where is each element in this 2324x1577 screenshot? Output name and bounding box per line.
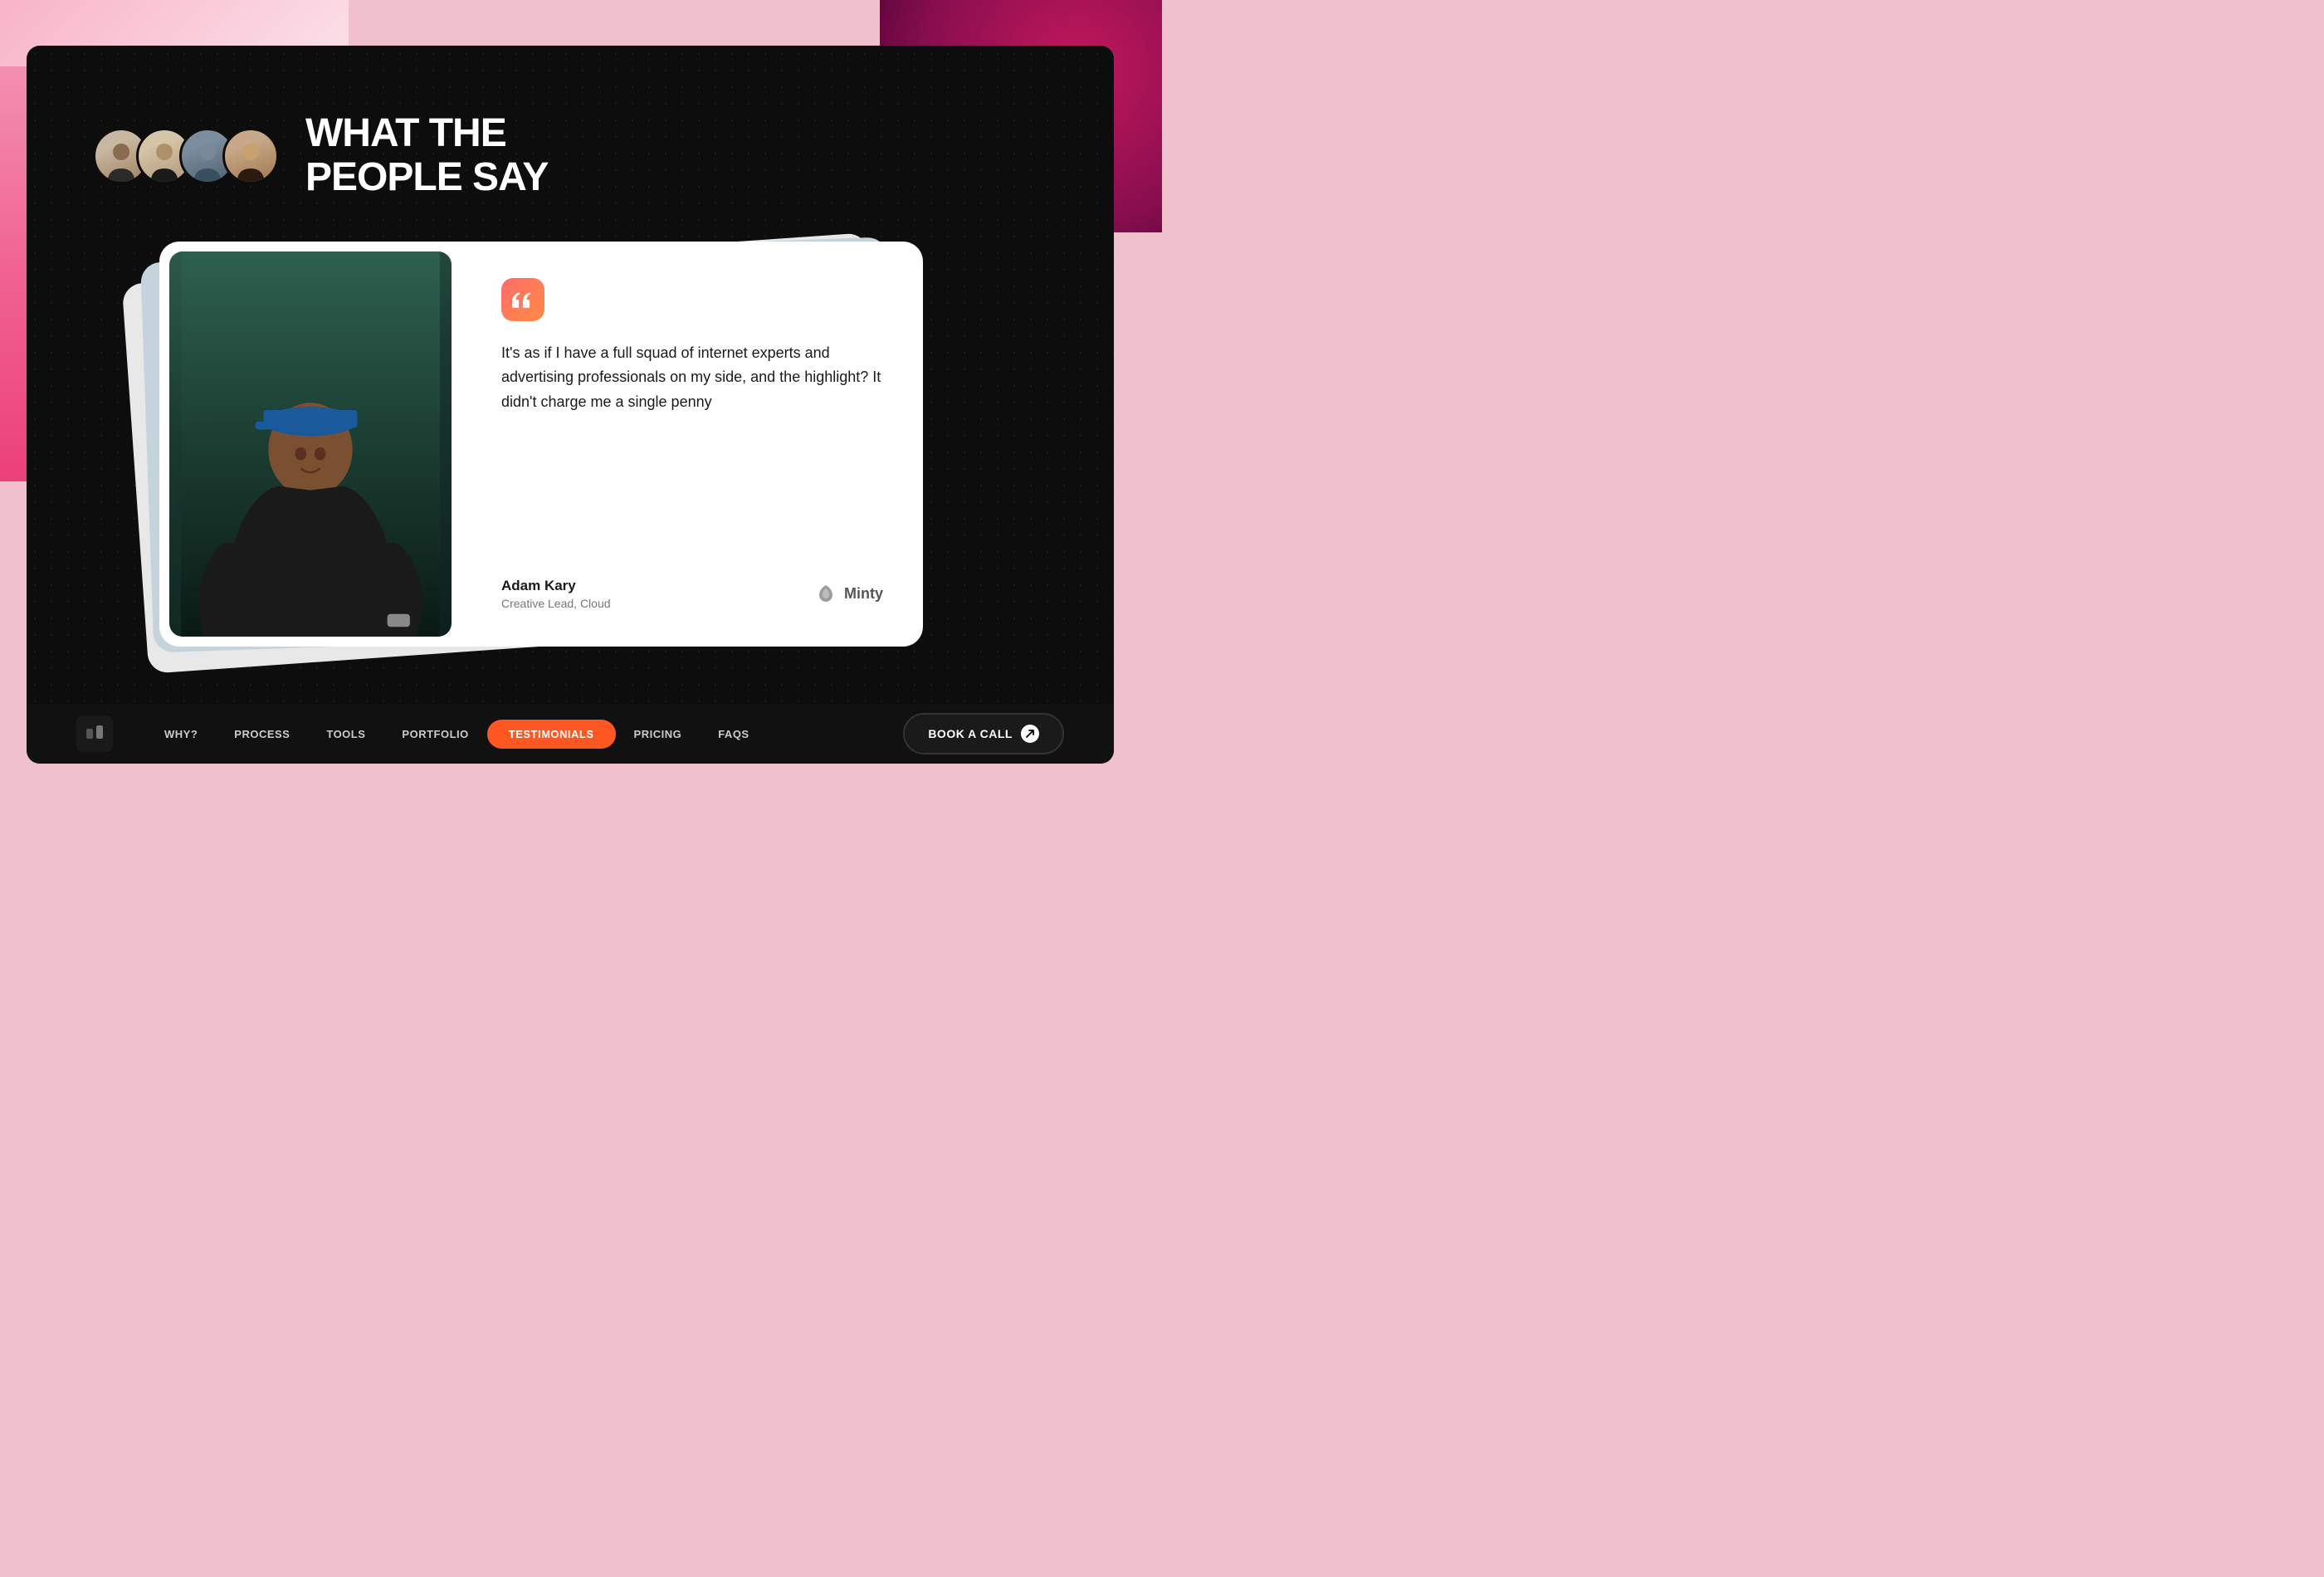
nav-item-testimonials[interactable]: TESTIMONIALS bbox=[487, 720, 616, 749]
section-title: WHAT THE PEOPLE SAY bbox=[305, 112, 548, 200]
testimonial-card-area: JUSTICE bbox=[93, 233, 1047, 681]
testimonial-content: It's as if I have a full squad of intern… bbox=[461, 242, 923, 647]
testimonial-card: JUSTICE bbox=[159, 242, 923, 647]
nav-logo[interactable] bbox=[76, 715, 113, 752]
person-info: Adam Kary Creative Lead, Cloud bbox=[501, 578, 611, 610]
bottom-nav: WHY? PROCESS TOOLS PORTFOLIO TESTIMONIAL… bbox=[27, 704, 1114, 764]
nav-item-process[interactable]: PROCESS bbox=[216, 720, 308, 749]
avatar-group bbox=[93, 128, 279, 184]
card-footer: Adam Kary Creative Lead, Cloud Minty bbox=[501, 578, 883, 610]
company-name: Minty bbox=[844, 585, 883, 603]
nav-item-pricing[interactable]: Pricing bbox=[616, 720, 701, 749]
person-role: Creative Lead, Cloud bbox=[501, 597, 611, 610]
nav-item-why[interactable]: WHY? bbox=[146, 720, 216, 749]
book-call-button[interactable]: BOOK A CALL bbox=[903, 713, 1064, 754]
nav-item-portfolio[interactable]: PORTFOLIO bbox=[383, 720, 486, 749]
book-call-label: BOOK A CALL bbox=[928, 727, 1013, 740]
section-header: WHAT THE PEOPLE SAY bbox=[93, 112, 1047, 200]
testimonial-photo: JUSTICE bbox=[169, 251, 452, 637]
avatar bbox=[222, 128, 279, 184]
arrow-icon bbox=[1021, 725, 1039, 743]
testimonial-quote: It's as if I have a full squad of intern… bbox=[501, 341, 883, 415]
quote-icon bbox=[501, 278, 544, 321]
nav-items: WHY? PROCESS TOOLS PORTFOLIO TESTIMONIAL… bbox=[146, 720, 903, 749]
minty-icon bbox=[814, 582, 837, 605]
nav-item-faqs[interactable]: FAQs bbox=[700, 720, 767, 749]
company-logo: Minty bbox=[814, 582, 883, 605]
nav-item-tools[interactable]: TOOLS bbox=[308, 720, 383, 749]
person-name: Adam Kary bbox=[501, 578, 611, 594]
main-panel: WHAT THE PEOPLE SAY bbox=[27, 46, 1114, 764]
